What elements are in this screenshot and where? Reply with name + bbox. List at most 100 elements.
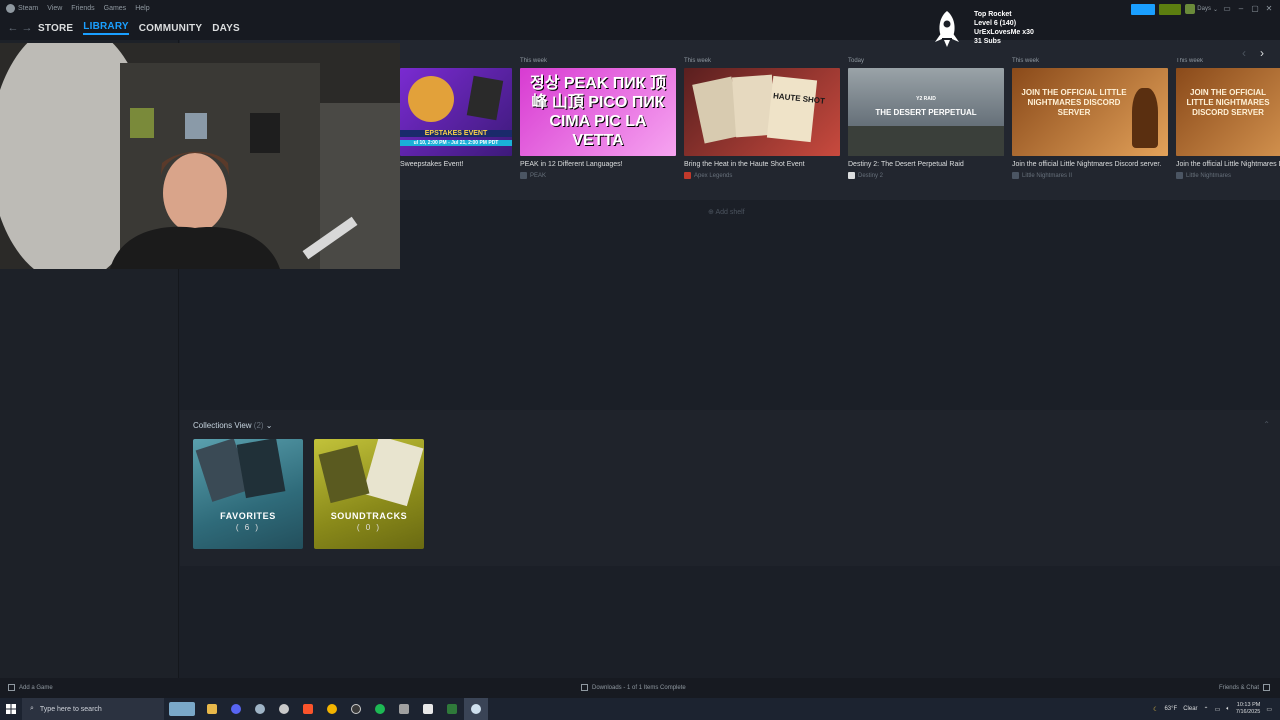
chevron-down-icon: ⌄ [1212,6,1218,13]
game-icon [684,172,691,179]
thumb-subtitle: ul 10, 2:00 PM - Jul 21, 2:00 PM PDT [400,140,512,146]
chevron-up-icon[interactable]: ⌃ [1204,706,1209,713]
news-game: PEAK [520,172,676,179]
notification-icon[interactable]: ▭ [1266,706,1272,713]
steam-icon [471,704,481,714]
thumb-title: 정상 PEAK ПИК 顶峰 山頂 PICO ПИК CIMA PIC LA V… [530,75,666,149]
news-card[interactable]: Today Y2 RAID THE DESERT PERPETUAL Desti… [848,58,1004,179]
menu-steam[interactable]: Steam [18,5,38,12]
collections-count: (2) [253,421,264,430]
collection-count: ( 0 ) [356,523,382,532]
collection-tile-favorites[interactable]: FAVORITES ( 6 ) [193,439,303,549]
close-icon[interactable]: ✕ [1264,4,1274,14]
thumb-title: EPSTAKES EVENT [400,130,512,137]
taskbar-app-terminal[interactable] [440,698,464,720]
taskbar-app-brave[interactable] [296,698,320,720]
taskbar-app-settings[interactable] [272,698,296,720]
news-when: This week [520,58,548,64]
news-card[interactable]: EPSTAKES EVENT ul 10, 2:00 PM - Jul 21, … [400,58,512,169]
downloads-label: Downloads - 1 of 1 Items Complete [592,684,686,691]
taskbar-app-explorer[interactable] [200,698,224,720]
taskbar-app-obs[interactable] [344,698,368,720]
news-game-name: Destiny 2 [858,172,884,179]
game-icon [1176,172,1183,179]
news-title: Sweepstakes Event! [400,161,464,168]
friends-chat-button[interactable]: Friends & Chat [1219,684,1270,691]
news-title: Destiny 2: The Desert Perpetual Raid [848,161,964,168]
news-when: Today [848,58,865,64]
maximize-icon[interactable]: ▢ [1250,4,1260,14]
rocket-icon [930,10,964,48]
spotify-icon [375,704,385,714]
tab-community[interactable]: COMMUNITY [139,23,202,34]
announcements-button[interactable] [1131,3,1156,15]
menu-help[interactable]: Help [135,5,149,12]
overlay-line: Top Rocket [974,11,1012,18]
taskbar-app-steam[interactable] [248,698,272,720]
add-shelf-button[interactable]: ⊕ Add shelf [708,208,745,216]
thumb-subtitle: Y2 RAID [916,96,936,102]
taskbar-app-chrome[interactable] [320,698,344,720]
notifications-button[interactable] [1159,3,1182,15]
news-game-name: Apex Legends [694,172,733,179]
back-arrow-icon[interactable]: ← [6,22,20,34]
overlay-line: 31 Subs [974,38,1001,45]
thumb-title: JOIN THE OFFICIAL LITTLE NIGHTMARES DISC… [1021,88,1127,117]
news-game: Little Nightmares [1176,172,1280,179]
app-icon [169,702,195,716]
add-game-button[interactable]: Add a Game [8,684,53,691]
nav-bar: ← → STORE LIBRARY COMMUNITY DAYS [0,16,1280,40]
news-when: This week [1012,58,1040,64]
moon-icon: ☾ [1153,706,1159,713]
taskbar-app-cortana[interactable] [164,698,200,720]
chrome-icon [327,704,337,714]
clock-time: 10:13 PM [1236,702,1261,708]
forward-arrow-icon[interactable]: → [20,22,34,34]
clock[interactable]: 10:13 PM 7/16/2025 [1236,702,1260,716]
taskbar-app-spotify[interactable] [368,698,392,720]
overlay-line: Level 6 (140) [974,20,1017,27]
network-icon[interactable]: ▭ [1215,706,1221,713]
taskbar-app-steam-active[interactable] [464,698,488,720]
tab-store[interactable]: STORE [38,23,73,34]
collections-view-dropdown[interactable]: Collections View (2) ⌄ [193,421,273,430]
collection-tile-soundtracks[interactable]: SOUNDTRACKS ( 0 ) [314,439,424,549]
user-menu[interactable]: Days ⌄ [1185,4,1218,14]
menu-view[interactable]: View [47,5,62,12]
news-thumbnail: Y2 RAID THE DESERT PERPETUAL [848,68,1004,156]
collapse-icon[interactable]: ⌃ [1263,420,1270,429]
app-icon [423,704,433,714]
minimize-icon[interactable]: – [1236,4,1246,14]
news-card[interactable]: This week HAUTE SHOT Bring the Heat in t… [684,58,840,179]
big-picture-icon[interactable]: ▭ [1222,4,1232,14]
clock-date: 7/16/2025 [1235,709,1261,715]
app-icon [399,704,409,714]
brave-icon [303,704,313,714]
weather-temp: 63°F [1164,706,1178,712]
news-card[interactable]: This week 정상 PEAK ПИК 顶峰 山頂 PICO ПИК CIM… [520,58,676,179]
tab-profile[interactable]: DAYS [212,23,240,34]
thumb-title: THE DESERT PERPETUAL [875,108,977,117]
news-title: Join the official Little Nightmares Disc… [1012,161,1162,168]
collections-label: Collections View [193,421,252,430]
news-card[interactable]: This week JOIN THE OFFICIAL LITTLE NIGHT… [1176,58,1280,179]
news-game: Apex Legends [684,172,840,179]
webcam-feed [0,43,400,269]
downloads-button[interactable]: Downloads - 1 of 1 Items Complete [581,684,686,691]
volume-icon[interactable]: 🔈︎ [1226,706,1230,713]
taskbar-app-discord[interactable] [224,698,248,720]
search-icon: ⌕ [30,705,34,712]
menu-games[interactable]: Games [104,5,127,12]
news-title: Bring the Heat in the Haute Shot Event [684,161,805,168]
taskbar-search[interactable]: ⌕ Type here to search [22,698,164,720]
tab-library[interactable]: LIBRARY [83,21,129,35]
news-thumbnail: HAUTE SHOT [684,68,840,156]
obs-icon [351,704,361,714]
windows-start-icon[interactable] [0,698,22,720]
menu-friends[interactable]: Friends [71,5,94,12]
discord-icon [231,704,241,714]
taskbar-app-tool[interactable] [392,698,416,720]
news-card[interactable]: This week JOIN THE OFFICIAL LITTLE NIGHT… [1012,58,1168,179]
taskbar-app-streamlabs[interactable] [416,698,440,720]
menu-bar: Steam View Friends Games Help [0,0,1280,16]
